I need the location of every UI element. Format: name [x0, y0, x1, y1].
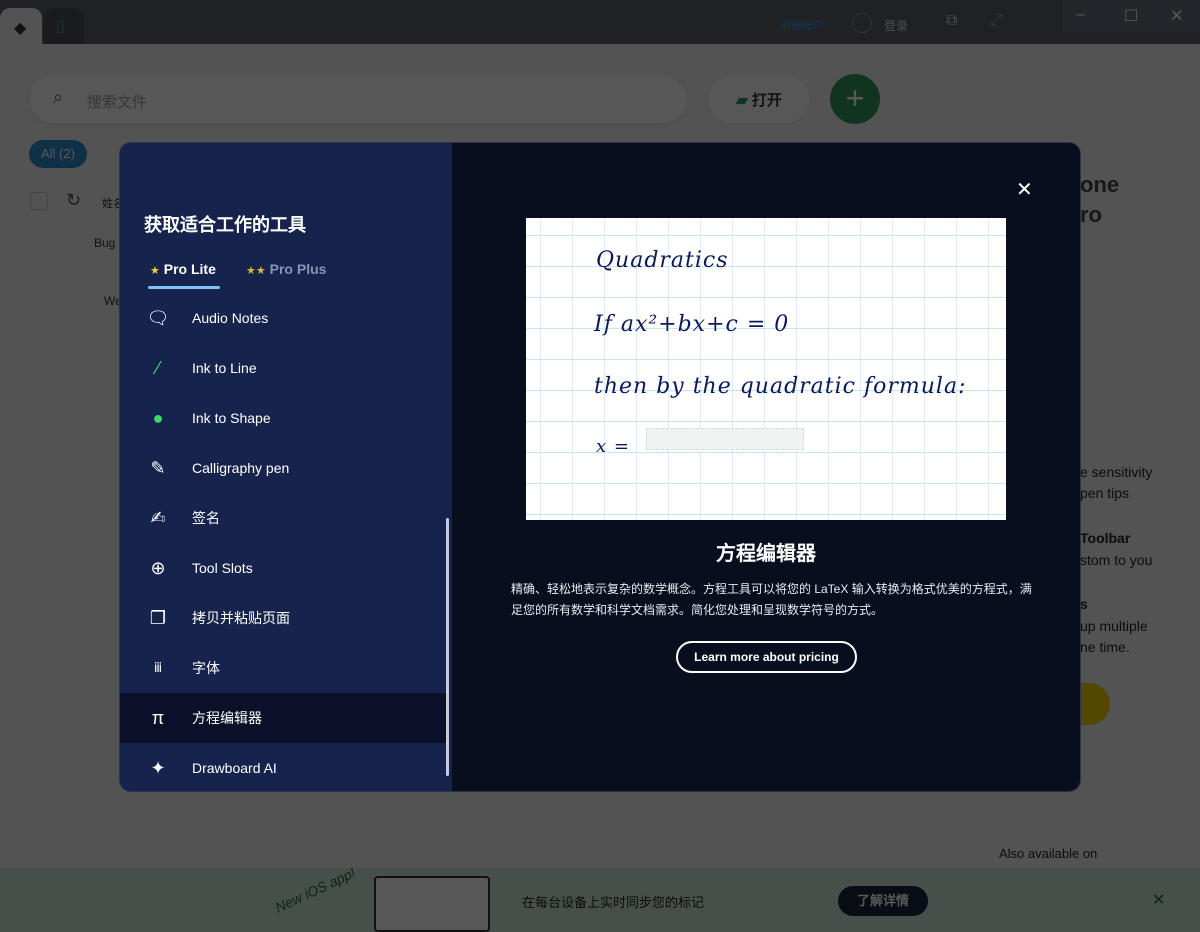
file-row[interactable]: Bug	[94, 236, 115, 250]
promo-title: ro	[1080, 202, 1102, 227]
feature-copy-page[interactable]: ❐ 拷贝并粘贴页面	[120, 593, 447, 643]
feature-ink-to-shape[interactable]: ● Ink to Shape	[120, 393, 447, 443]
active-tab-indicator	[148, 286, 220, 289]
tab-label: Pro Plus	[269, 261, 327, 277]
login-button[interactable]: 登录	[884, 17, 908, 34]
folder-icon: ▰	[736, 91, 748, 109]
promo-line: Toolbar	[1080, 530, 1131, 546]
add-button[interactable]: +	[830, 74, 880, 124]
star-icon: ★	[150, 265, 160, 277]
upgrade-dialog: 获取适合工作的工具 ★ Pro Lite ★★ Pro Plus 🗨 Audio …	[119, 142, 1081, 792]
filter-all[interactable]: All (2)	[29, 140, 87, 168]
promo-title: one	[1080, 172, 1120, 197]
promo-line: ne time.	[1080, 639, 1130, 655]
item-label: 方程编辑器	[192, 710, 262, 726]
also-available-label: Also available on	[999, 846, 1098, 861]
item-label: Calligraphy pen	[192, 460, 290, 476]
user-icon	[852, 13, 872, 33]
signature-icon: ✍	[150, 507, 166, 528]
banner-text: 在每台设备上实时同步您的标记	[522, 895, 705, 910]
item-label: Audio Notes	[192, 310, 269, 326]
devices-image	[374, 876, 490, 932]
logo-icon: ◆	[14, 20, 27, 37]
new-tab[interactable]: ▯	[44, 8, 84, 44]
pi-icon: π	[151, 707, 165, 728]
copy-page-icon: ❐	[149, 607, 167, 628]
item-label: Tool Slots	[192, 560, 253, 576]
banner-badge: New iOS app!	[272, 864, 358, 916]
feature-preview-image: Quadratics If ax²+bx+c = 0 then by the q…	[526, 218, 1006, 520]
minimize-button[interactable]: –	[1076, 6, 1085, 24]
open-label: 打开	[751, 91, 782, 109]
feature-drawboard-ai[interactable]: ✦ Drawboard AI	[120, 743, 447, 791]
preview-text: then by the quadratic formula:	[594, 374, 967, 399]
create-account-link[interactable]: 创建帐户	[780, 17, 824, 33]
item-label: Ink to Line	[192, 360, 257, 376]
audio-notes-icon: 🗨	[146, 307, 170, 328]
promo-line: up multiple	[1080, 618, 1148, 634]
ink-shape-icon: ●	[152, 407, 164, 428]
preview-text: If ax²+bx+c = 0	[594, 312, 790, 337]
search-icon: ⌕	[53, 87, 64, 107]
home-tab[interactable]: ◆	[0, 8, 42, 44]
refresh-icon[interactable]: ↻	[66, 190, 81, 211]
feature-tool-slots[interactable]: ⊕ Tool Slots	[120, 543, 447, 593]
feature-calligraphy-pen[interactable]: ✎ Calligraphy pen	[120, 443, 447, 493]
dialog-close-button[interactable]: ✕	[1016, 177, 1033, 202]
dialog-title: 获取适合工作的工具	[144, 215, 306, 235]
share-icon[interactable]: ⧉	[946, 12, 957, 30]
ios-banner: New iOS app! 在每台设备上实时同步您的标记 了解详情 ✕	[0, 864, 1200, 932]
feature-title: 方程编辑器	[716, 543, 816, 565]
promo-line: e sensitivity	[1080, 464, 1153, 480]
learn-more-pricing-button[interactable]: Learn more about pricing	[676, 641, 857, 673]
pen-icon: ✎	[150, 457, 166, 478]
feature-fonts[interactable]: ⅲ 字体	[120, 643, 447, 693]
item-label: 签名	[192, 510, 220, 526]
search-input[interactable]: ⌕ 搜索文件	[28, 74, 688, 124]
file-icon: ▯	[56, 18, 65, 35]
sidebar-scrollbar[interactable]	[446, 518, 449, 776]
feature-equation-editor[interactable]: π 方程编辑器	[120, 693, 447, 743]
search-placeholder: 搜索文件	[87, 94, 148, 111]
feature-ink-to-line[interactable]: ⁄ Ink to Line	[120, 343, 447, 393]
tab-label: Pro Lite	[163, 261, 216, 277]
window-close-button[interactable]: ✕	[1170, 6, 1183, 26]
feature-audio-notes[interactable]: 🗨 Audio Notes	[120, 293, 447, 343]
item-label: 拷贝并粘贴页面	[192, 610, 290, 626]
feature-description: 精确、轻松地表示复杂的数学概念。方程工具可以将您的 LaTeX 输入转换为格式优…	[511, 582, 1032, 617]
equation-field	[646, 428, 804, 450]
tab-pro-lite[interactable]: ★ Pro Lite	[150, 261, 216, 277]
promo-line: pen tips	[1080, 485, 1130, 501]
preview-text: x =	[596, 436, 630, 457]
promo-line: s	[1080, 596, 1088, 612]
promo-line: stom to you	[1080, 552, 1153, 568]
ink-line-icon: ⁄	[156, 357, 160, 378]
feature-signature[interactable]: ✍ 签名	[120, 493, 447, 543]
item-label: Drawboard AI	[192, 760, 277, 776]
learn-details-button[interactable]: 了解详情	[838, 886, 928, 916]
banner-close-button[interactable]: ✕	[1152, 890, 1165, 910]
tab-pro-plus[interactable]: ★★ Pro Plus	[246, 261, 326, 277]
expand-icon[interactable]: ⤢	[990, 12, 1003, 30]
item-label: Ink to Shape	[192, 410, 271, 426]
star-icon: ★★	[246, 265, 266, 277]
select-all-checkbox[interactable]	[30, 192, 48, 210]
maximize-button[interactable]: ☐	[1124, 6, 1138, 26]
open-button[interactable]: ▰ 打开	[707, 74, 811, 124]
feature-sidebar: 获取适合工作的工具 ★ Pro Lite ★★ Pro Plus 🗨 Audio …	[120, 143, 452, 791]
item-label: 字体	[192, 660, 220, 676]
font-icon: ⅲ	[153, 660, 163, 675]
plus-circle-icon: ⊕	[150, 557, 166, 578]
sparkle-icon: ✦	[150, 757, 166, 778]
preview-text: Quadratics	[596, 248, 729, 273]
title-bar: ◆ ▯ 创建帐户 登录 ⧉ ⤢ – ☐ ✕	[0, 0, 1200, 44]
